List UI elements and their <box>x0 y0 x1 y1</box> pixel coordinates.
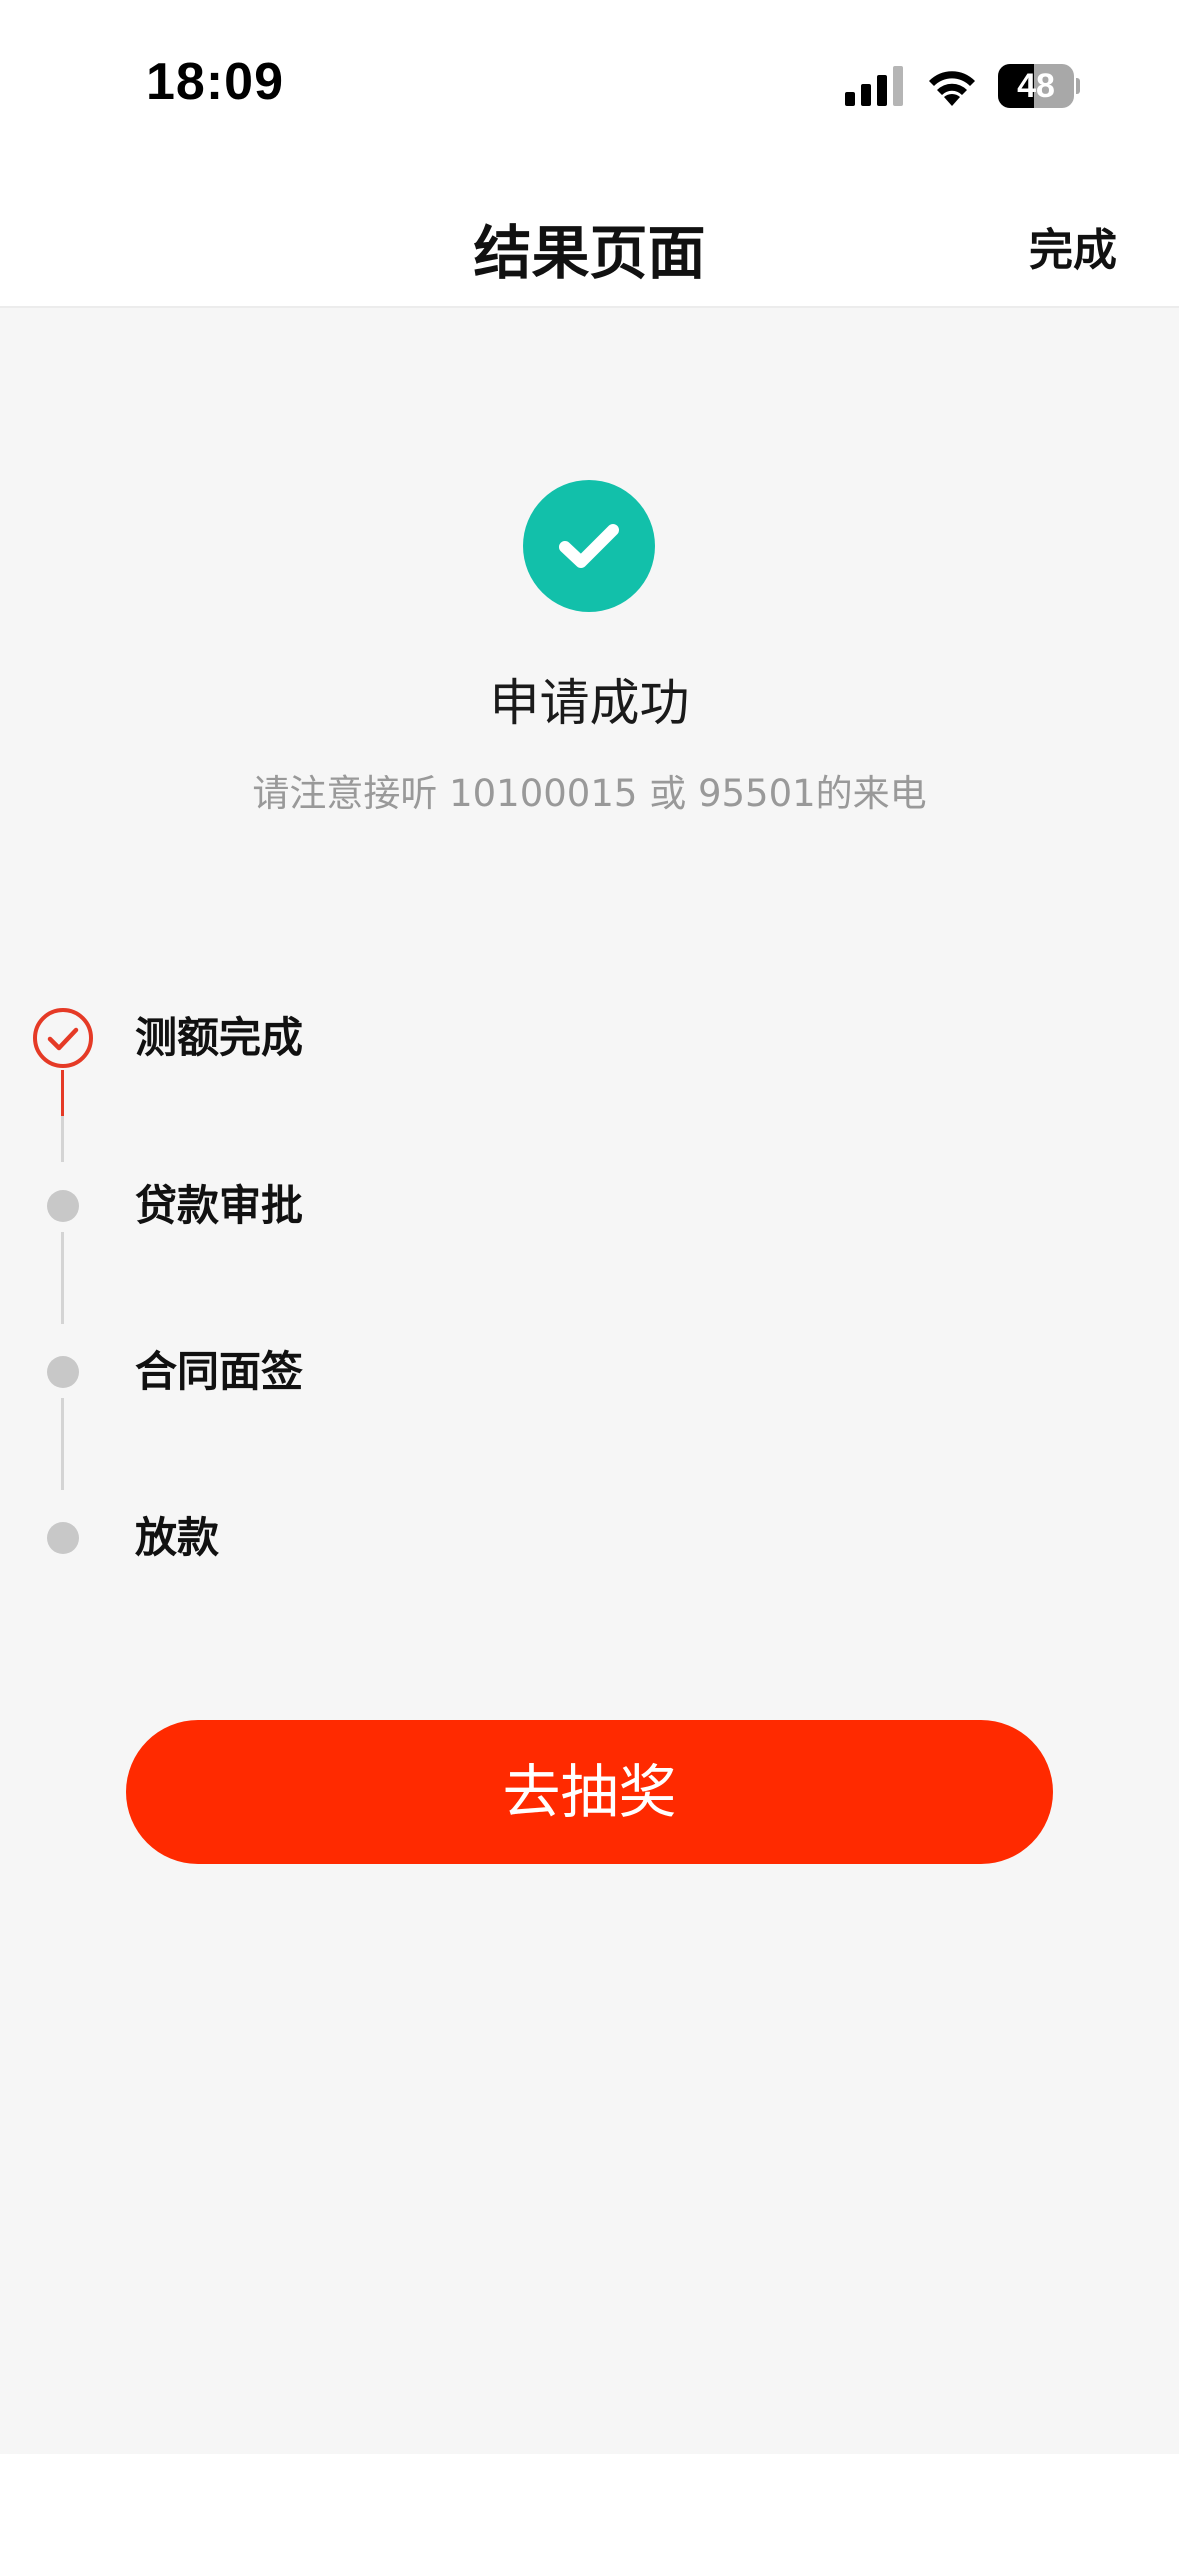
bottom-safe-area <box>0 2454 1179 2556</box>
signal-icon <box>845 66 903 106</box>
result-title: 申请成功 <box>489 674 690 732</box>
step-done-icon <box>33 1008 93 1068</box>
progress-step: 合同面签 <box>0 1332 1179 1412</box>
step-label: 贷款审批 <box>135 1181 304 1230</box>
progress-step: 测额完成 <box>0 998 1179 1078</box>
step-pending-dot <box>47 1522 79 1554</box>
step-pending-dot <box>47 1190 79 1222</box>
progress-step: 放款 <box>0 1498 1179 1578</box>
step-pending-dot <box>47 1356 79 1388</box>
status-time: 18:09 <box>146 53 284 111</box>
result-subtitle: 请注意接听 10100015 或 95501的来电 <box>252 772 927 815</box>
success-badge <box>523 480 655 612</box>
wifi-icon <box>929 71 975 106</box>
nav-bar: 结果页面 完成 <box>0 170 1179 308</box>
done-button[interactable]: 完成 <box>1029 214 1117 278</box>
result-content: 申请成功 请注意接听 10100015 或 95501的来电 测额完成 贷款审批… <box>0 308 1179 2454</box>
step-label: 放款 <box>135 1513 220 1562</box>
battery-icon: 48 <box>998 64 1080 108</box>
step-label: 合同面签 <box>135 1347 304 1396</box>
page-title: 结果页面 <box>473 219 706 287</box>
step-label: 测额完成 <box>135 1013 304 1062</box>
progress-step: 贷款审批 <box>0 1166 1179 1246</box>
lottery-button[interactable]: 去抽奖 <box>126 1720 1053 1864</box>
step-connector <box>61 1116 64 1162</box>
battery-level: 48 <box>1017 67 1055 105</box>
check-icon <box>559 524 619 568</box>
status-bar: 18:09 48 <box>0 0 1179 170</box>
